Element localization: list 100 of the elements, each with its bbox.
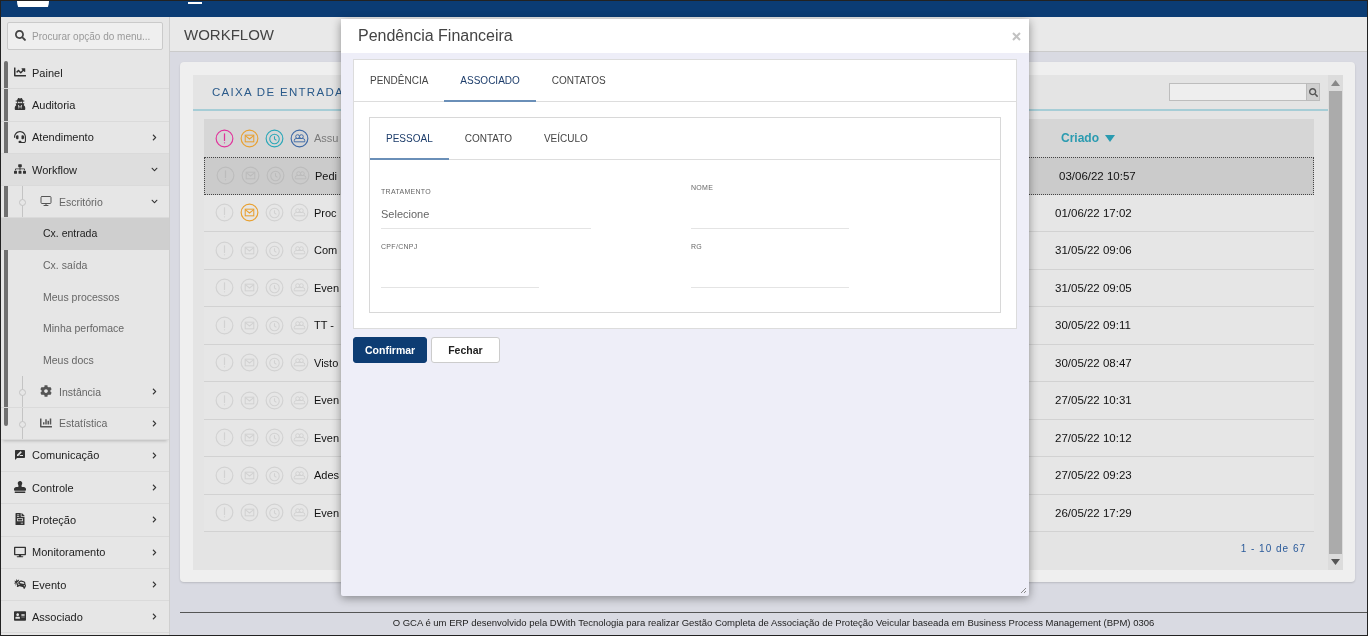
footer-text: O GCA é um ERP desenvolvido pela DWith Tecnologia para realizar Gestão Completa de Associação de Proteção Veicular baseada em Business Process Management (BPM) 0306	[392, 617, 1155, 628]
menu-item[interactable]: Meus docs	[1, 344, 169, 377]
document-icon	[14, 513, 27, 527]
menu-item[interactable]: Escritório	[1, 186, 169, 218]
menu-item[interactable]: Cx. saída	[1, 249, 169, 282]
menu-label: Evento	[32, 578, 68, 591]
spy-icon	[14, 98, 27, 112]
date-cell: 27/05/22 10:31	[1055, 394, 1132, 407]
tab[interactable]: PESSOAL	[370, 118, 449, 160]
menu-item[interactable]: Evento	[1, 568, 169, 602]
subject-cell: Proc	[314, 206, 337, 219]
menu-label: Associado	[32, 610, 84, 623]
menu-label: Minha perfomace	[43, 322, 126, 335]
gear-icon	[40, 385, 53, 399]
menu-label: Workflow	[32, 163, 79, 176]
tab[interactable]: ASSOCIADO	[444, 60, 536, 102]
menu-label: Cx. entrada	[43, 227, 99, 240]
sort-down-icon	[1105, 134, 1115, 142]
sitemap-icon	[14, 163, 27, 177]
date-cell: 31/05/22 09:05	[1055, 281, 1132, 294]
resize-grip-icon[interactable]	[1020, 587, 1027, 594]
comment-icon	[14, 448, 27, 462]
menu-label: Controle	[32, 481, 75, 494]
scroll-down-icon[interactable]	[1331, 559, 1340, 565]
envelope-icon	[240, 128, 259, 148]
car-icon	[14, 578, 27, 591]
search-icon	[1308, 87, 1318, 97]
page-title: WORKFLOW	[184, 25, 274, 43]
menu-item[interactable]: Painel	[1, 57, 169, 90]
stamp-icon	[14, 481, 27, 495]
subject-cell: TT -	[314, 319, 334, 332]
inbox-title: CAIXA DE ENTRADA	[212, 86, 344, 98]
subject-cell: Pedi	[315, 169, 338, 182]
subject-cell: Visto	[314, 356, 339, 369]
date-cell: 27/05/22 09:23	[1055, 469, 1132, 482]
menu-item[interactable]: Workflow	[1, 153, 169, 187]
tab[interactable]: PENDÊNCIA	[354, 60, 445, 102]
scroll-up-icon[interactable]	[1331, 80, 1340, 86]
menu-item[interactable]: Instância	[1, 376, 169, 408]
menu-label: Painel	[32, 66, 64, 79]
menu-label: Instância	[59, 385, 103, 398]
menu-item[interactable]: Monitoramento	[1, 536, 169, 569]
group-icon	[290, 128, 309, 148]
menu-label: Auditoria	[32, 98, 77, 111]
headset-icon	[14, 130, 27, 144]
menu-item[interactable]: Associado	[1, 601, 169, 634]
menu-item[interactable]: Auditoria	[1, 89, 169, 122]
tab[interactable]: CONTATOS	[535, 60, 622, 102]
pagination-text: 1 - 10 de 67	[1240, 543, 1306, 554]
table-search-field[interactable]	[1169, 83, 1306, 101]
search-button[interactable]	[1306, 83, 1320, 101]
menu-item[interactable]: Controle	[1, 472, 169, 505]
menu-search-field[interactable]: Procurar opção do menu...	[7, 22, 163, 50]
dialog-title: Pendência Financeira	[358, 27, 513, 45]
clock-icon	[265, 128, 284, 148]
scrollbar[interactable]	[1328, 75, 1343, 570]
menu-item[interactable]: Meus processos	[1, 281, 169, 313]
id-card-icon	[14, 610, 27, 624]
menu-icon[interactable]	[188, 2, 202, 5]
date-cell: 30/05/22 09:11	[1055, 319, 1131, 332]
menu-item[interactable]: Comunicação	[1, 439, 169, 472]
date-cell: 30/05/22 08:47	[1055, 356, 1132, 369]
menu-label: Escritório	[59, 195, 104, 208]
menu-item[interactable]: Atendimento	[1, 121, 169, 154]
monitor-icon	[14, 545, 27, 559]
menu-label: Meus processos	[43, 290, 121, 303]
date-cell: 27/05/22 10:12	[1055, 431, 1132, 444]
menu-item[interactable]: Proteção	[1, 504, 169, 537]
date-cell: 31/05/22 09:06	[1055, 244, 1132, 257]
menu-label: Atendimento	[32, 131, 95, 144]
menu-label: Proteção	[32, 513, 78, 526]
chart-icon	[14, 66, 27, 80]
menu-label: Comunicação	[32, 449, 101, 462]
menu-item[interactable]: Cx. entrada	[1, 217, 169, 250]
date-cell-text: 03/06/22 10:57	[1058, 169, 1136, 182]
tab[interactable]: VEÍCULO	[527, 118, 604, 160]
tab[interactable]: CONTATO	[448, 118, 528, 160]
subject-cell: Com	[314, 244, 338, 257]
search-icon	[15, 30, 26, 41]
menu-label: Monitoramento	[32, 546, 107, 559]
bar-chart-icon	[40, 416, 53, 430]
scrollbar-thumb[interactable]	[1329, 91, 1342, 554]
menu-item[interactable]: Minha perfomace	[1, 312, 169, 345]
subject-cell: Even	[314, 506, 340, 519]
monitor-icon	[40, 195, 53, 209]
date-cell: 26/05/22 17:29	[1055, 506, 1132, 519]
confirm-button[interactable]: Confirmar	[353, 337, 428, 363]
close-button[interactable]: Fechar	[431, 337, 500, 363]
subject-cell: Even	[314, 431, 340, 444]
subject-cell: Even	[314, 281, 340, 294]
close-button[interactable]	[1012, 31, 1021, 41]
subject-cell: Ades	[314, 469, 340, 482]
logo-icon	[15, 1, 51, 7]
alert-icon	[215, 128, 234, 148]
menu-label: Cx. saída	[43, 258, 89, 271]
menu-item[interactable]: Estatística	[1, 408, 169, 440]
date-cell: 01/06/22 17:02	[1055, 206, 1132, 219]
menu-label: Estatística	[59, 417, 109, 430]
subject-cell: Even	[314, 394, 340, 407]
menu-label: Meus docs	[43, 353, 95, 366]
